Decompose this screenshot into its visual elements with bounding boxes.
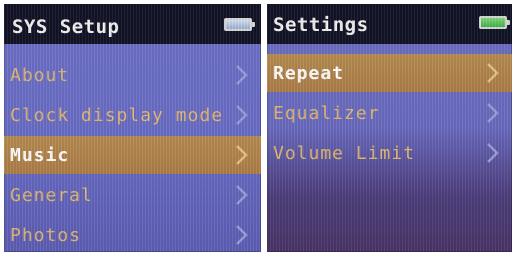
battery-icon xyxy=(479,16,510,29)
title-bar: Settings xyxy=(267,4,512,44)
battery-icon xyxy=(224,18,255,31)
menu-item-equalizer[interactable]: Equalizer xyxy=(267,94,512,132)
menu-item-label: Repeat xyxy=(273,62,345,84)
menu-item-about[interactable]: About xyxy=(4,56,261,94)
chevron-right-icon xyxy=(231,223,251,247)
sys-setup-screen: SYS Setup About Clock display mode Music… xyxy=(4,4,261,252)
chevron-right-icon xyxy=(482,141,502,165)
menu-item-repeat[interactable]: Repeat xyxy=(267,54,512,92)
menu-item-label: Volume Limit xyxy=(273,142,416,164)
menu-item-clock-display-mode[interactable]: Clock display mode xyxy=(4,96,261,134)
menu-item-music[interactable]: Music xyxy=(4,136,261,174)
chevron-right-icon xyxy=(231,143,251,167)
chevron-right-icon xyxy=(231,103,251,127)
menu-item-label: Photos xyxy=(10,224,82,246)
menu-item-label: Equalizer xyxy=(273,102,380,124)
menu-item-label: General xyxy=(10,184,93,206)
menu-item-volume-limit[interactable]: Volume Limit xyxy=(267,134,512,172)
menu-item-photos[interactable]: Photos xyxy=(4,216,261,252)
chevron-right-icon xyxy=(482,61,502,85)
screen-title: SYS Setup xyxy=(12,16,120,38)
menu-item-label: Clock display mode xyxy=(10,104,224,126)
screen-title: Settings xyxy=(273,14,369,36)
menu-item-label: About xyxy=(10,64,70,86)
chevron-right-icon xyxy=(231,183,251,207)
chevron-right-icon xyxy=(231,63,251,87)
menu-item-general[interactable]: General xyxy=(4,176,261,214)
settings-screen: Settings Repeat Equalizer Volume Limit xyxy=(267,4,512,252)
sys-setup-menu: About Clock display mode Music General P… xyxy=(4,56,261,252)
chevron-right-icon xyxy=(482,101,502,125)
title-bar: SYS Setup xyxy=(4,4,261,44)
menu-item-label: Music xyxy=(10,144,70,166)
settings-menu: Repeat Equalizer Volume Limit xyxy=(267,54,512,174)
